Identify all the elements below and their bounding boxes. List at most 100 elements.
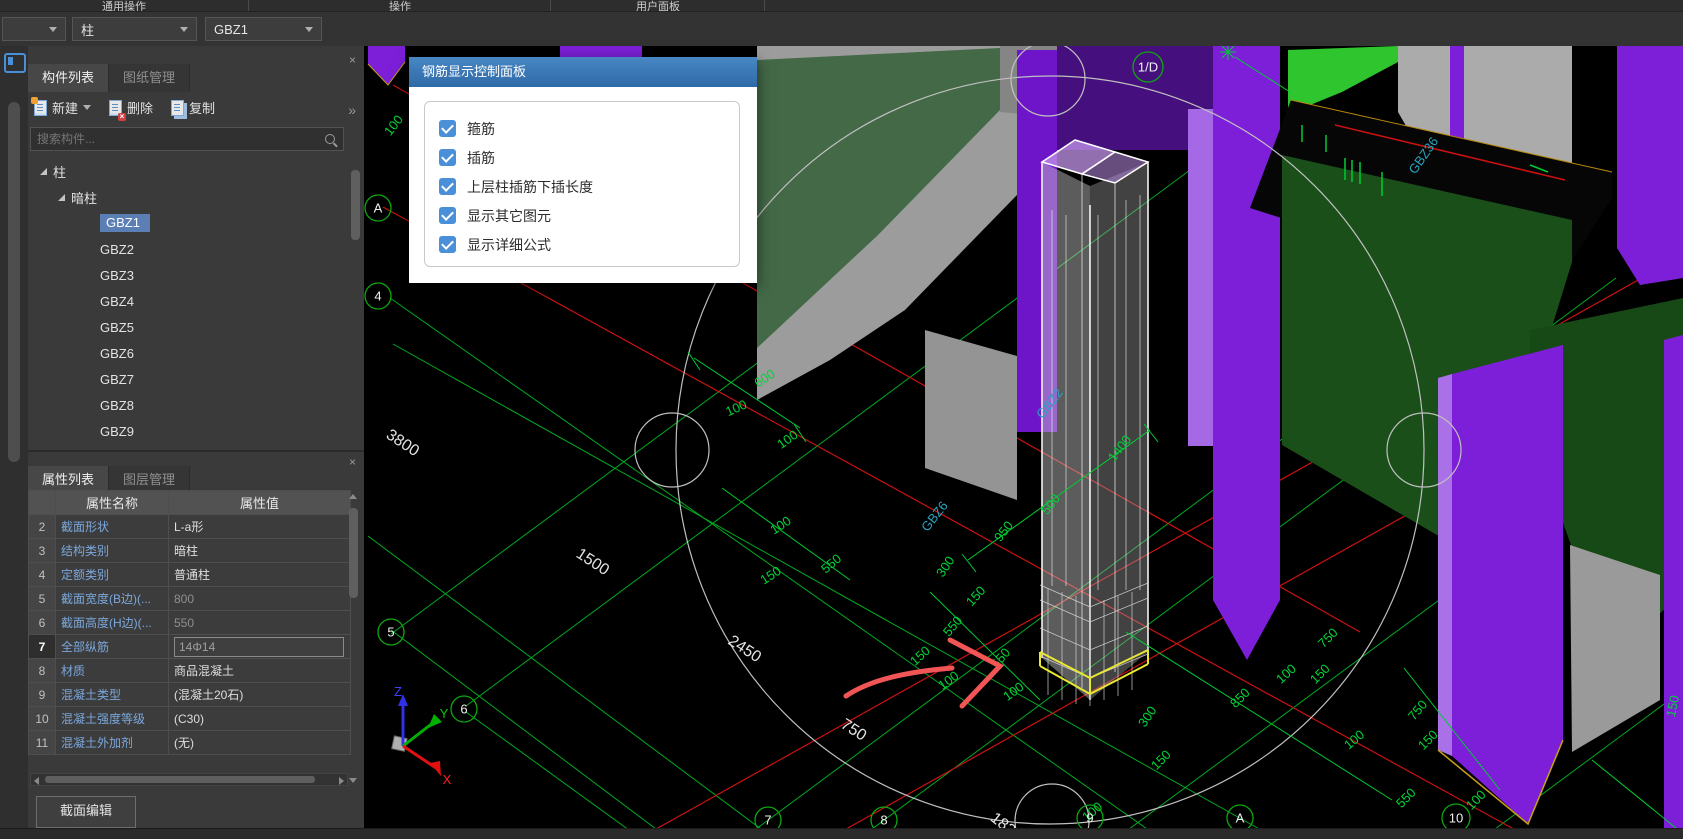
checkbox-checked-icon[interactable] [439, 207, 456, 224]
floor-dropdown[interactable] [2, 17, 66, 41]
component-panel-tabs: 构件列表 图纸管理 [28, 64, 191, 92]
bottom-bar [0, 828, 1683, 839]
caret-down-icon [49, 26, 57, 32]
ribbon-separator [550, 0, 551, 11]
ribbon-group-operation[interactable]: 操作 [389, 0, 411, 11]
checkbox-checked-icon[interactable] [439, 120, 456, 137]
tree-item-gbz6[interactable]: GBZ6 [100, 342, 134, 364]
tree-item-gbz7[interactable]: GBZ7 [100, 368, 134, 390]
tree-item-gbz4[interactable]: GBZ4 [100, 290, 134, 312]
search-icon[interactable] [325, 134, 335, 144]
dialog-option[interactable]: 显示其它图元 [439, 201, 739, 230]
delete-component-button[interactable]: 删除 [109, 98, 153, 121]
copy-doc-icon [171, 99, 185, 116]
close-icon[interactable]: × [349, 54, 356, 66]
ribbon-group-bar: 通用操作 操作 用户面板 [0, 0, 1683, 12]
scroll-down-icon[interactable] [349, 778, 357, 783]
checkbox-checked-icon[interactable] [439, 236, 456, 253]
checkbox-checked-icon[interactable] [439, 178, 456, 195]
left-panel: × 构件列表 图纸管理 新建 删除 复制 » 柱暗柱GBZ1 GBZ2 GBZ3 GB… [28, 46, 365, 838]
sidebar-scrollbar[interactable] [8, 102, 20, 462]
component-tree: 柱暗柱 GBZ1 GBZ2 GBZ3 GBZ4 GBZ5 GBZ6 GBZ7 GBZ8 GBZ9 [28, 152, 346, 450]
property-row-3[interactable]: 3 结构类别 暗柱 [28, 538, 351, 563]
expand-icon[interactable] [58, 193, 65, 201]
viewport-label: A [1236, 811, 1245, 826]
scroll-left-icon[interactable] [34, 777, 39, 785]
caret-down-icon [83, 105, 92, 110]
property-row-9[interactable]: 9 混凝土类型 (混凝土20石) [28, 682, 351, 707]
column-header-name: 属性名称 [55, 490, 169, 515]
dialog-option[interactable]: 插筋 [439, 143, 739, 172]
dialog-option[interactable]: 上层柱插筋下插长度 [439, 172, 739, 201]
tree-item-gbz2[interactable]: GBZ2 [100, 238, 134, 260]
rebar-display-dialog[interactable]: 钢筋显示控制面板 箍筋 插筋 上层柱插筋下插长度 显示其它图元 显示详细公式 [409, 57, 757, 283]
property-row-6[interactable]: 6 截面高度(H边)(... 550 [28, 610, 351, 635]
tree-item-gbz3[interactable]: GBZ3 [100, 264, 134, 286]
search-box [30, 127, 344, 151]
checkbox-checked-icon[interactable] [439, 149, 456, 166]
property-row-7[interactable]: 7 全部纵筋 [28, 634, 351, 659]
component-dropdown[interactable]: GBZ1 [205, 17, 322, 41]
tree-item-gbz9[interactable]: GBZ9 [100, 420, 134, 442]
toolbar-row: 柱 GBZ1 [0, 12, 1683, 47]
ribbon-group-userpanel[interactable]: 用户面板 [636, 0, 680, 11]
dialog-option[interactable]: 箍筋 [439, 114, 739, 143]
property-row-10[interactable]: 10 混凝土强度等级 (C30) [28, 706, 351, 731]
tree-scrollbar[interactable] [351, 170, 360, 240]
property-row-8[interactable]: 8 材质 商品混凝土 [28, 658, 351, 683]
caret-down-icon [180, 26, 188, 32]
ribbon-group-general[interactable]: 通用操作 [102, 0, 146, 11]
expand-icon[interactable] [40, 167, 47, 175]
property-row-5[interactable]: 5 截面宽度(B边)(... 800 [28, 586, 351, 611]
toolbar-overflow-icon[interactable]: » [348, 102, 356, 118]
panel-layout-icon[interactable] [4, 53, 26, 73]
property-table-header: 属性名称 属性值 [28, 490, 351, 515]
copy-component-button[interactable]: 复制 [171, 98, 215, 117]
viewport-label: 7 [764, 813, 771, 828]
element-type-dropdown[interactable]: 柱 [72, 17, 197, 41]
rebar-spec-input[interactable] [174, 636, 344, 657]
tab-drawing-manage[interactable]: 图纸管理 [109, 64, 191, 92]
search-input[interactable] [31, 128, 331, 150]
panel-splitter[interactable] [28, 450, 364, 452]
viewport-label: X [443, 772, 452, 787]
property-scrollbar[interactable] [349, 508, 358, 598]
property-row-11[interactable]: 11 混凝土外加剂 (无) [28, 730, 351, 755]
hscroll-thumb[interactable] [45, 776, 315, 783]
column-header-value: 属性值 [168, 490, 351, 515]
viewport-label: A [374, 201, 383, 216]
property-row-4[interactable]: 4 定额类别 普通柱 [28, 562, 351, 587]
viewport-label: 6 [460, 702, 467, 717]
property-row-2[interactable]: 2 截面形状 L-a形 [28, 514, 351, 539]
component-toolbar: 新建 删除 复制 [31, 96, 215, 121]
section-edit-button[interactable]: 截面编辑 [36, 796, 136, 828]
selected-column-gbz[interactable] [1039, 139, 1150, 706]
viewport-label: 8 [880, 813, 887, 828]
property-table: 属性名称 属性值 2 截面形状 L-a形 3 结构类别 暗柱 4 定额类别 普通柱 5 截面宽度(B… [28, 490, 351, 755]
delete-doc-icon [109, 99, 127, 121]
viewport-label: 5 [387, 625, 394, 640]
viewport-label: 1/D [1138, 60, 1158, 75]
viewport-label: Y [440, 706, 449, 721]
close-icon[interactable]: × [349, 456, 356, 468]
scroll-up-icon[interactable] [349, 494, 357, 499]
scroll-right-icon[interactable] [339, 777, 344, 785]
dialog-checkbox-group: 箍筋 插筋 上层柱插筋下插长度 显示其它图元 显示详细公式 [424, 101, 740, 267]
viewport-label: 9 [1086, 811, 1093, 826]
ribbon-separator [248, 0, 249, 11]
tree-node-group[interactable]: 暗柱 [58, 186, 97, 208]
new-component-button[interactable]: 新建 [31, 96, 92, 117]
tree-item-gbz8[interactable]: GBZ8 [100, 394, 134, 416]
property-hscrollbar[interactable] [30, 773, 348, 786]
tree-item-gbz5[interactable]: GBZ5 [100, 316, 134, 338]
tree-item-gbz1[interactable]: GBZ1 [100, 212, 150, 234]
viewport-label: 4 [374, 289, 381, 304]
dialog-option[interactable]: 显示详细公式 [439, 230, 739, 259]
ribbon-separator [764, 0, 765, 11]
new-doc-icon [31, 96, 47, 116]
collapsed-sidebar-strip [0, 46, 29, 838]
dialog-titlebar[interactable]: 钢筋显示控制面板 [409, 57, 757, 87]
caret-down-icon [305, 26, 313, 32]
tree-node-root[interactable]: 柱 [40, 160, 66, 182]
tab-component-list[interactable]: 构件列表 [28, 64, 110, 92]
